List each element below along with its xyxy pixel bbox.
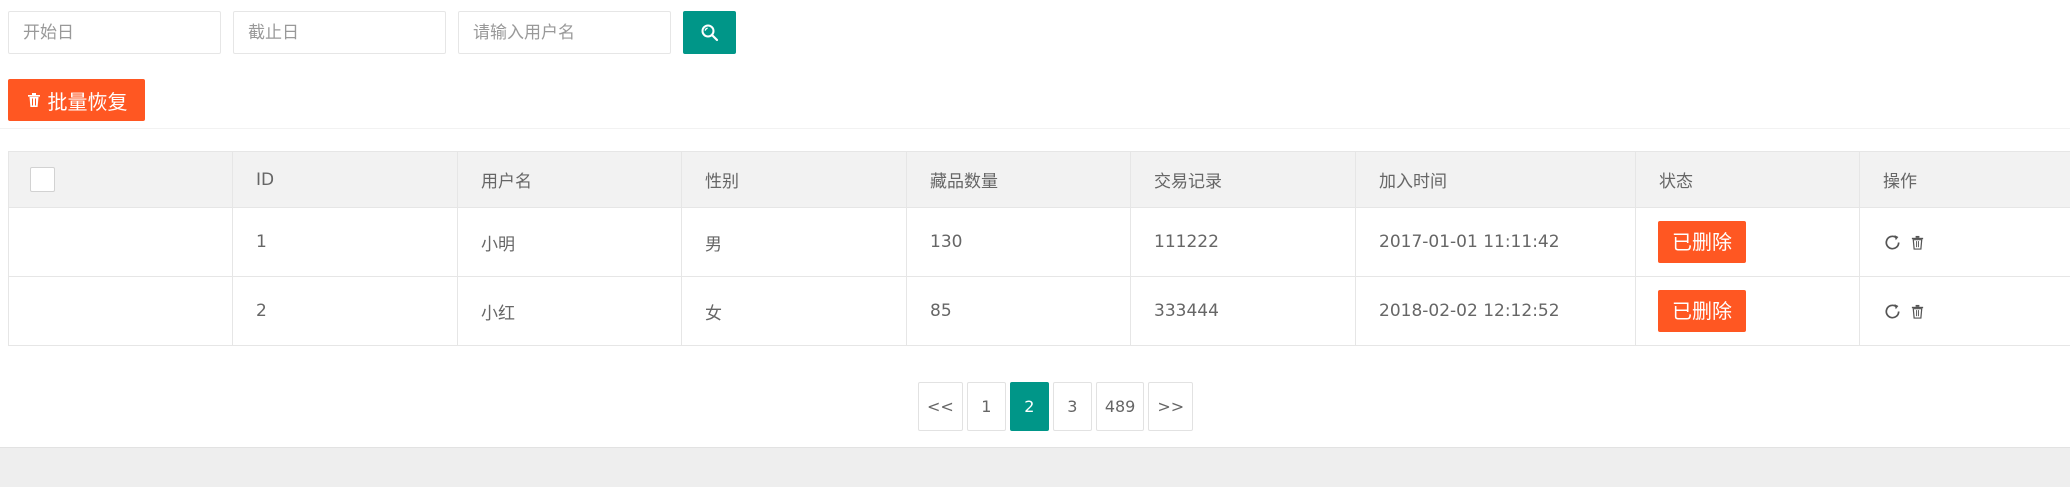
- bulk-restore-label: 批量恢复: [47, 89, 128, 114]
- cell-trade-record: 111222: [1130, 207, 1356, 277]
- table-header-row: ID 用户名 性别 藏品数量 交易记录 加入时间 状态 操作: [8, 151, 2070, 208]
- cell-status: 已删除: [1635, 276, 1860, 346]
- row-select-cell: [8, 276, 233, 346]
- column-header-gender: 性别: [681, 151, 907, 208]
- status-badge: 已删除: [1658, 290, 1746, 332]
- cell-id: 1: [232, 207, 458, 277]
- cell-id: 2: [232, 276, 458, 346]
- page-next-link[interactable]: >>: [1148, 382, 1194, 431]
- cell-username: 小红: [457, 276, 682, 346]
- row-select-cell: [8, 207, 233, 277]
- cell-collection-count: 130: [906, 207, 1131, 277]
- page-link-2-current[interactable]: 2: [1009, 382, 1049, 431]
- cell-gender: 男: [681, 207, 907, 277]
- username-search-input[interactable]: [458, 11, 671, 54]
- column-header-status: 状态: [1635, 151, 1860, 208]
- search-bar: [8, 11, 736, 54]
- cell-actions: [1859, 207, 2070, 277]
- cell-status: 已删除: [1635, 207, 1860, 277]
- column-header-trade-record: 交易记录: [1130, 151, 1356, 208]
- trash-icon: [26, 92, 42, 108]
- delete-icon[interactable]: [1910, 304, 1925, 319]
- column-header-actions: 操作: [1859, 151, 2070, 208]
- table-row: 2 小红 女 85 333444 2018-02-02 12:12:52 已删除: [8, 276, 2070, 346]
- user-table: ID 用户名 性别 藏品数量 交易记录 加入时间 状态 操作 1 小明 男 13…: [8, 151, 2070, 346]
- search-button[interactable]: [683, 11, 736, 54]
- column-header-username: 用户名: [457, 151, 682, 208]
- footer-bar: [0, 447, 2070, 487]
- cell-joined: 2018-02-02 12:12:52: [1355, 276, 1636, 346]
- table-row: 1 小明 男 130 111222 2017-01-01 11:11:42 已删…: [8, 207, 2070, 277]
- cell-joined: 2017-01-01 11:11:42: [1355, 207, 1636, 277]
- cell-gender: 女: [681, 276, 907, 346]
- select-all-checkbox[interactable]: [30, 167, 55, 192]
- search-icon: [701, 24, 718, 41]
- divider: [0, 128, 2070, 129]
- end-date-input[interactable]: [233, 11, 446, 54]
- restore-icon[interactable]: [1883, 233, 1902, 252]
- cell-actions: [1859, 276, 2070, 346]
- restore-icon[interactable]: [1883, 302, 1902, 321]
- page-prev-link[interactable]: <<: [918, 382, 963, 431]
- page: 批量恢复 ID 用户名 性别 藏品数量 交易记录 加入时间 状态 操作: [0, 0, 2070, 487]
- page-link-3[interactable]: 3: [1052, 382, 1092, 431]
- start-date-input[interactable]: [8, 11, 221, 54]
- status-badge: 已删除: [1658, 221, 1746, 263]
- bulk-restore-button[interactable]: 批量恢复: [8, 79, 145, 121]
- page-link-last[interactable]: 489: [1095, 382, 1145, 431]
- cell-username: 小明: [457, 207, 682, 277]
- column-header-id: ID: [232, 151, 458, 208]
- pagination: << 1 2 3 489 >>: [918, 382, 1197, 431]
- select-all-cell: [8, 151, 233, 208]
- page-link-1[interactable]: 1: [966, 382, 1006, 431]
- cell-trade-record: 333444: [1130, 276, 1356, 346]
- cell-collection-count: 85: [906, 276, 1131, 346]
- delete-icon[interactable]: [1910, 235, 1925, 250]
- column-header-collection-count: 藏品数量: [906, 151, 1131, 208]
- column-header-joined: 加入时间: [1355, 151, 1636, 208]
